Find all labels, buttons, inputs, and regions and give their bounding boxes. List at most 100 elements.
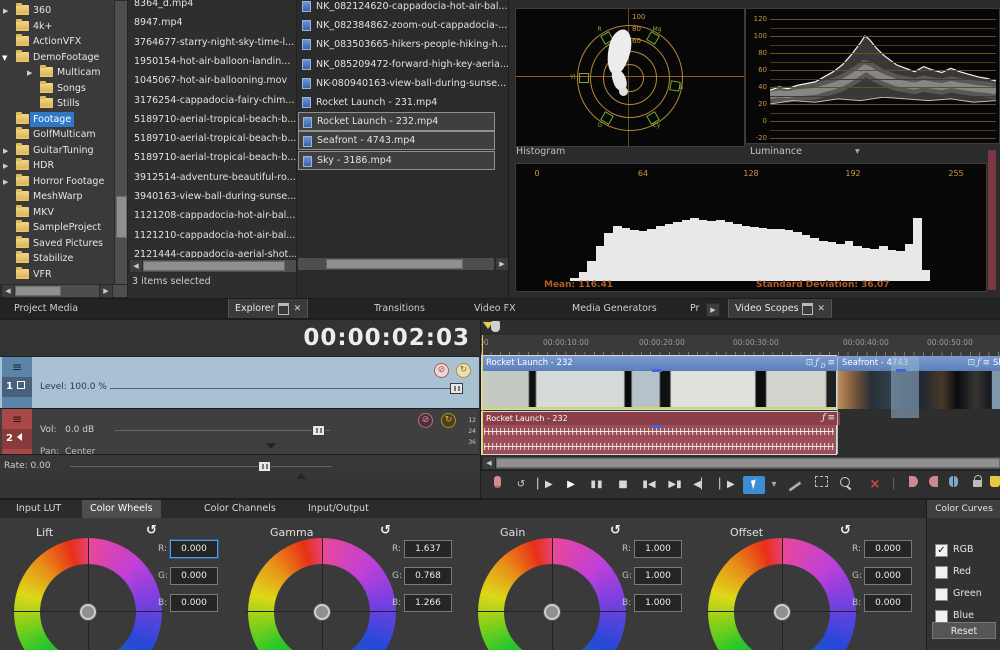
file-row[interactable]: 8364_d.mp4 <box>128 0 296 13</box>
curves-reset-button[interactable]: Reset <box>932 622 996 639</box>
tree-item-meshwarp[interactable]: MeshWarp <box>0 189 114 204</box>
clip-menu-icon[interactable]: ≡ <box>982 358 992 368</box>
expand-arrow-icon[interactable]: ▶ <box>3 159 8 174</box>
play-from-start-icon[interactable]: ▏▶ <box>535 476 555 494</box>
tree-horizontal-scrollbar[interactable]: ◀ ▶ <box>0 284 128 298</box>
tab-transitions[interactable]: Transitions <box>368 299 431 319</box>
tree-hscroll-thumb[interactable] <box>15 286 61 296</box>
wheel-offset-r-value[interactable]: 0.000 <box>864 540 912 558</box>
mute-icon[interactable]: ⊘ <box>418 413 433 428</box>
wheel-gamma-b-value[interactable]: 1.266 <box>404 594 452 612</box>
scroll-left-icon[interactable]: ◀ <box>129 259 143 273</box>
file-row[interactable]: Rocket Launch - 231.mp4 <box>298 93 495 112</box>
folder-tree[interactable]: ▶3604k+ActionVFX▼DemoFootage▶MulticamSon… <box>0 0 114 283</box>
tree-item-saved-pictures[interactable]: Saved Pictures <box>0 236 114 251</box>
tree-item-golfmulticam[interactable]: GolfMulticam <box>0 127 114 142</box>
file-row[interactable]: 1121208-cappadocia-hot-air-bal... <box>128 206 296 225</box>
tree-item-sampleproject[interactable]: SampleProject <box>0 220 114 235</box>
tree-item-guitartuning[interactable]: ▶GuitarTuning <box>0 143 114 158</box>
tab-pr[interactable]: Pr <box>686 299 706 319</box>
file-row[interactable]: 8947.mp4 <box>128 13 296 32</box>
file-row[interactable]: 3176254-cappadocia-fairy-chim... <box>128 91 296 110</box>
track2-vol-slider[interactable] <box>115 430 330 431</box>
close-icon[interactable]: ✕ <box>818 299 826 319</box>
previous-frame-icon[interactable]: ◀▏ <box>691 476 711 494</box>
float-window-icon[interactable] <box>802 303 813 315</box>
wheel-lift-g-value[interactable]: 0.000 <box>170 567 218 585</box>
track1-level-handle[interactable] <box>450 383 463 394</box>
wheel-offset-b-value[interactable]: 0.000 <box>864 594 912 612</box>
checkbox-red[interactable] <box>935 566 948 579</box>
track1-level-slider[interactable] <box>110 388 450 389</box>
wheel-lift-reset-icon[interactable]: ↺ <box>146 523 157 538</box>
float-window-icon[interactable] <box>278 303 289 315</box>
expand-arrow-icon[interactable]: ▶ <box>3 4 8 19</box>
automation-settings-icon[interactable]: ↻ <box>456 363 471 378</box>
tree-item-songs[interactable]: Songs <box>0 81 114 96</box>
wheel-gain-r-value[interactable]: 1.000 <box>634 540 682 558</box>
tree-item-mkv[interactable]: MKV <box>0 205 114 220</box>
wheel-lift-r-value[interactable]: 0.000 <box>170 540 218 558</box>
marker-icon[interactable] <box>491 321 500 332</box>
tab-video-scopes[interactable]: Video Scopes✕ <box>728 299 832 319</box>
pause-icon[interactable]: ▮▮ <box>587 476 607 494</box>
tree-item-vfr[interactable]: VFR <box>0 267 114 282</box>
tab-video-fx[interactable]: Video FX <box>468 299 522 319</box>
wheel-gamma-reset-icon[interactable]: ↺ <box>380 523 391 538</box>
record-icon[interactable] <box>487 476 507 494</box>
go-to-end-icon[interactable]: ▶▮ <box>665 476 685 494</box>
video-clip-sky[interactable]: Sky - <box>992 356 1000 409</box>
wheel-offset-reset-icon[interactable]: ↺ <box>840 523 851 538</box>
wheel-gain-reset-icon[interactable]: ↺ <box>610 523 621 538</box>
collapse-arrow-icon[interactable]: ▼ <box>2 51 7 66</box>
rate-slider[interactable] <box>70 466 332 467</box>
waveform-channel-select[interactable]: Luminance ▾ <box>750 146 860 157</box>
file-row[interactable]: 5189710-aerial-tropical-beach-b... <box>128 110 296 129</box>
wheel-gain-b-value[interactable]: 1.000 <box>634 594 682 612</box>
tree-item-demofootage[interactable]: ▼DemoFootage <box>0 50 114 65</box>
video-clip-rocket-launch[interactable]: Rocket Launch - 232 ⊡ƒD≡ <box>482 356 836 409</box>
file-row[interactable]: NK_082384862-zoom-out-cappadocia-... <box>298 16 495 35</box>
file-row[interactable]: 3940163-view-ball-during-sunse... <box>128 187 296 206</box>
tree-item-horror-footage[interactable]: ▶Horror Footage <box>0 174 114 189</box>
go-to-start-icon[interactable]: ▮◀ <box>639 476 659 494</box>
edit-cursor[interactable] <box>482 335 483 455</box>
delete-icon[interactable]: × <box>865 476 885 494</box>
wheel-offset-knob[interactable] <box>774 604 790 620</box>
expand-arrow-icon[interactable]: ▶ <box>27 66 32 81</box>
tab-color-channels[interactable]: Color Channels <box>196 500 284 518</box>
loop-playback-icon[interactable]: ↺ <box>511 476 531 494</box>
wheel-gamma-g-value[interactable]: 0.768 <box>404 567 452 585</box>
file-row[interactable]: 3764677-starry-night-sky-time-l... <box>128 33 296 52</box>
crossfade-icon[interactable] <box>943 476 963 494</box>
tree-item-hdr[interactable]: ▶HDR <box>0 158 114 173</box>
clip-header[interactable]: Sky - <box>992 356 1000 371</box>
tree-item-4k-[interactable]: 4k+ <box>0 19 114 34</box>
clip-header-icons[interactable]: ƒ≡ <box>822 412 837 425</box>
file-list-2[interactable]: NK_082124620-cappadocia-hot-air-bal...NK… <box>297 0 508 257</box>
wheel-lift-b-value[interactable]: 0.000 <box>170 594 218 612</box>
file-list-1[interactable]: 8364_d.mp48947.mp43764677-starry-night-s… <box>128 0 296 258</box>
file-row[interactable]: NK_083503665-hikers-people-hiking-h... <box>298 35 495 54</box>
list1-horizontal-scrollbar[interactable]: ◀ <box>128 259 297 273</box>
file-row[interactable]: NK_085209472-forward-high-key-aeria... <box>298 55 495 74</box>
timeline-ruler[interactable]: 00:0000:00:10:0000:00:20:0000:00:30:0000… <box>481 335 1000 357</box>
stop-icon[interactable]: ■ <box>613 476 633 494</box>
tree-item-stills[interactable]: Stills <box>0 96 114 111</box>
fx-icon[interactable]: ƒD <box>815 358 827 368</box>
tree-item-360[interactable]: ▶360 <box>0 3 114 18</box>
wheel-gain-g-value[interactable]: 1.000 <box>634 567 682 585</box>
insert-marker-icon[interactable] <box>985 476 1000 494</box>
wheel-lift-knob[interactable] <box>80 604 96 620</box>
close-icon[interactable]: ✕ <box>294 299 302 319</box>
tree-item-actionvfx[interactable]: ActionVFX <box>0 34 114 49</box>
clip-menu-icon[interactable]: ≡ <box>827 358 837 368</box>
video-clip-seafront[interactable]: Seafront - 4743 ⊡ƒ≡ <box>838 356 991 409</box>
selection-edit-tool-icon[interactable] <box>811 476 831 494</box>
file-row[interactable]: 1950154-hot-air-balloon-landin... <box>128 52 296 71</box>
hamburger-menu-icon[interactable]: ≡ <box>2 409 32 429</box>
scroll-right-icon[interactable]: ▶ <box>495 257 509 271</box>
file-row-selected[interactable]: Rocket Launch - 232.mp4 <box>298 112 495 131</box>
fade-in-icon[interactable] <box>903 476 923 494</box>
wheel-gain-knob[interactable] <box>544 604 560 620</box>
